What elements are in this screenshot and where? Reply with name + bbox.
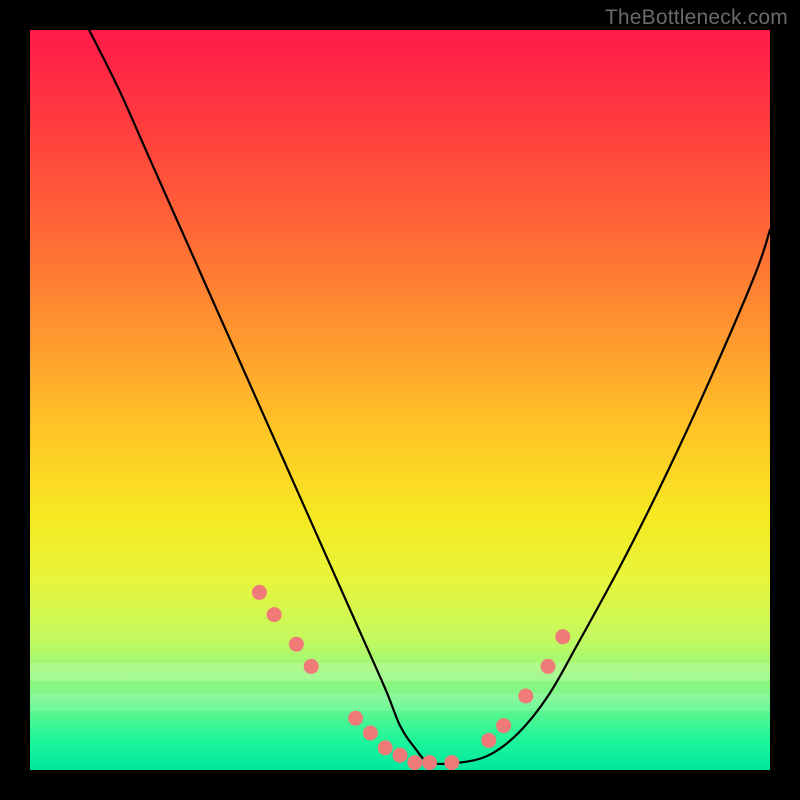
- highlight-dot: [541, 659, 556, 674]
- highlight-dot: [378, 740, 393, 755]
- highlight-dot: [407, 755, 422, 770]
- highlight-dot: [252, 585, 267, 600]
- highlight-dot: [444, 755, 459, 770]
- chart-frame: TheBottleneck.com: [0, 0, 800, 800]
- highlight-dot: [304, 659, 319, 674]
- bottleneck-curve: [89, 30, 770, 764]
- highlight-dot: [555, 629, 570, 644]
- highlight-dot: [267, 607, 282, 622]
- highlight-dot: [496, 718, 511, 733]
- chart-svg: [30, 30, 770, 770]
- plot-area: [30, 30, 770, 770]
- highlight-dot: [393, 748, 408, 763]
- highlight-dot: [289, 637, 304, 652]
- highlight-dot: [363, 726, 378, 741]
- highlight-dot: [518, 689, 533, 704]
- highlight-dot: [348, 711, 363, 726]
- highlight-dot: [481, 733, 496, 748]
- highlight-dot: [422, 755, 437, 770]
- watermark-text: TheBottleneck.com: [605, 6, 788, 30]
